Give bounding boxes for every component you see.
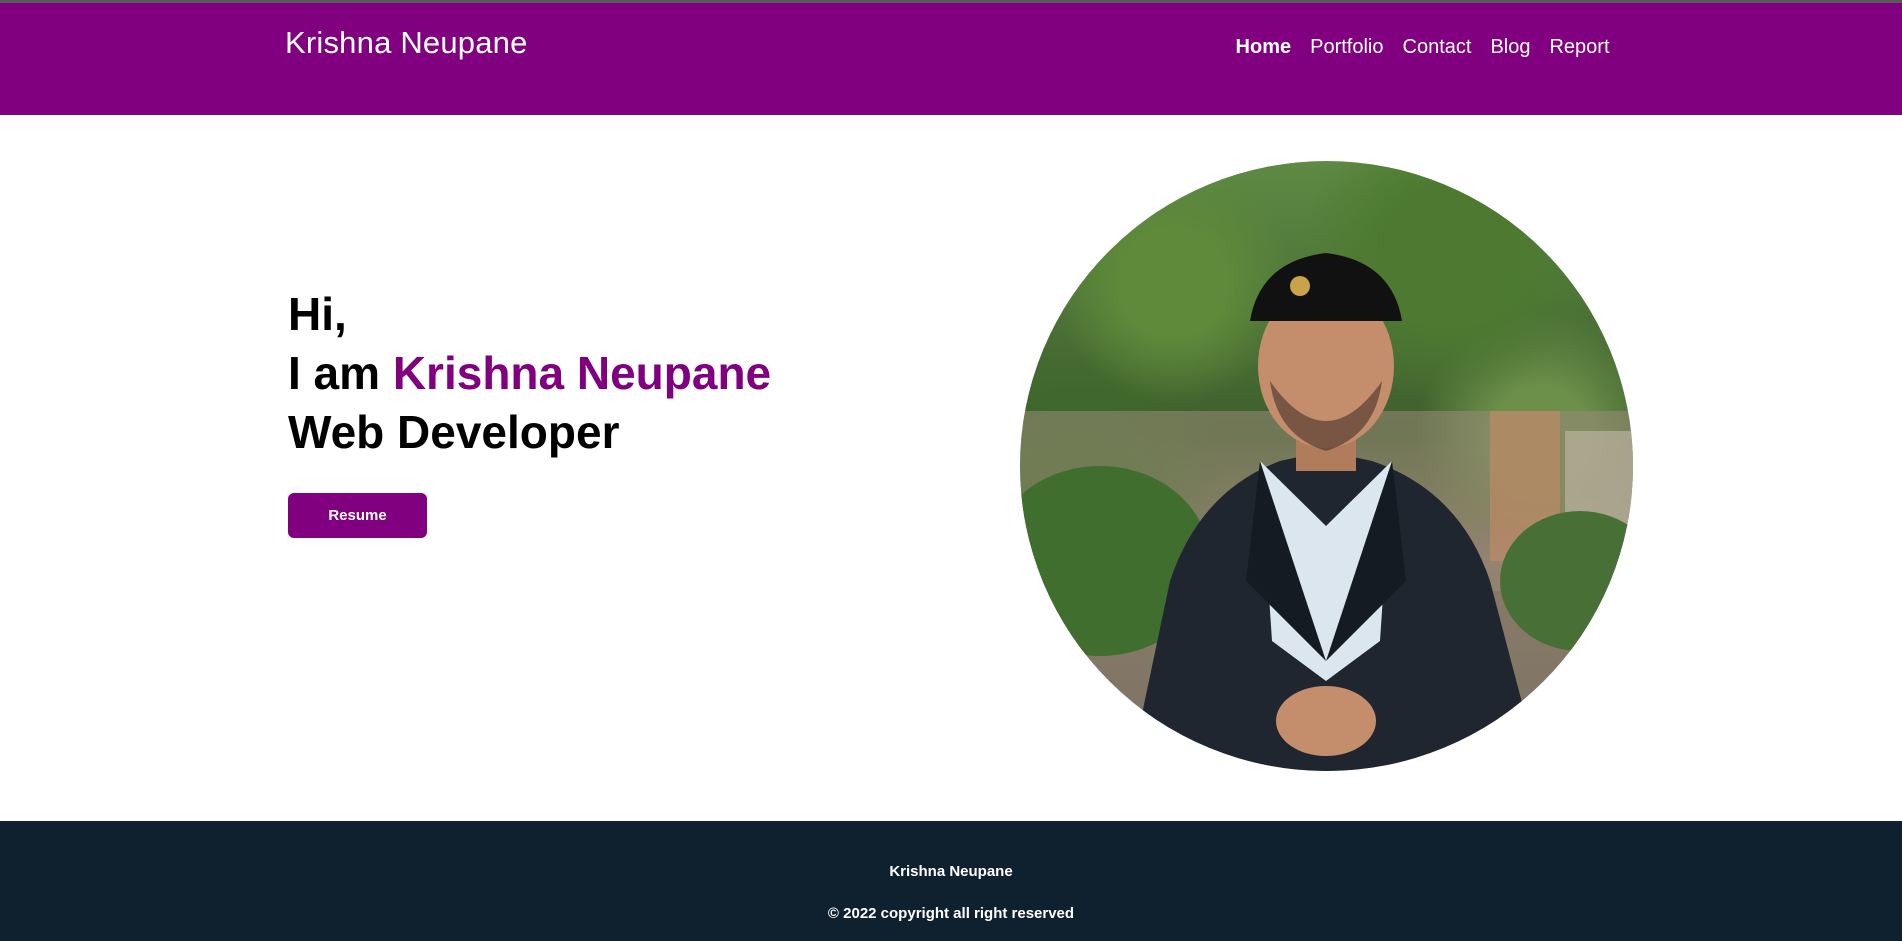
footer-copyright: © 2022 copyright all right reserved — [827, 905, 1075, 922]
brand-link[interactable]: Krishna Neupane — [285, 25, 528, 61]
nav-link-portfolio[interactable]: Portfolio — [1301, 34, 1393, 60]
nav-item-home: Home — [1226, 34, 1301, 60]
footer: Krishna Neupane © 2022 copyright all rig… — [0, 821, 1902, 941]
nav-link-home[interactable]: Home — [1226, 34, 1301, 60]
profile-photo — [1020, 161, 1633, 771]
page: Krishna Neupane Home Portfolio Contact B… — [0, 0, 1902, 941]
nav-item-contact: Contact — [1393, 34, 1481, 60]
nav-menu: Home Portfolio Contact Blog Report — [1226, 34, 1619, 60]
nav-link-blog[interactable]: Blog — [1481, 34, 1540, 60]
hero-greeting: Hi, — [288, 288, 347, 340]
hero-intro: Hi, I am Krishna Neupane Web Developer — [288, 285, 771, 462]
hero-intro-text: I am — [288, 347, 393, 399]
nav-link-contact[interactable]: Contact — [1393, 34, 1481, 60]
hero-name: Krishna Neupane — [392, 347, 772, 399]
nav-item-blog: Blog — [1481, 34, 1540, 60]
footer-name: Krishna Neupane — [889, 863, 1013, 880]
nav-item-portfolio: Portfolio — [1301, 34, 1393, 60]
hero-role: Web Developer — [288, 406, 620, 458]
profile-photo-illustration — [1020, 253, 1633, 771]
resume-button[interactable]: Resume — [288, 493, 427, 538]
hero-intro-line: I am Krishna Neupane — [288, 344, 771, 403]
nav-link-report[interactable]: Report — [1540, 34, 1619, 60]
nav-item-report: Report — [1540, 34, 1619, 60]
navbar: Krishna Neupane Home Portfolio Contact B… — [0, 0, 1902, 115]
